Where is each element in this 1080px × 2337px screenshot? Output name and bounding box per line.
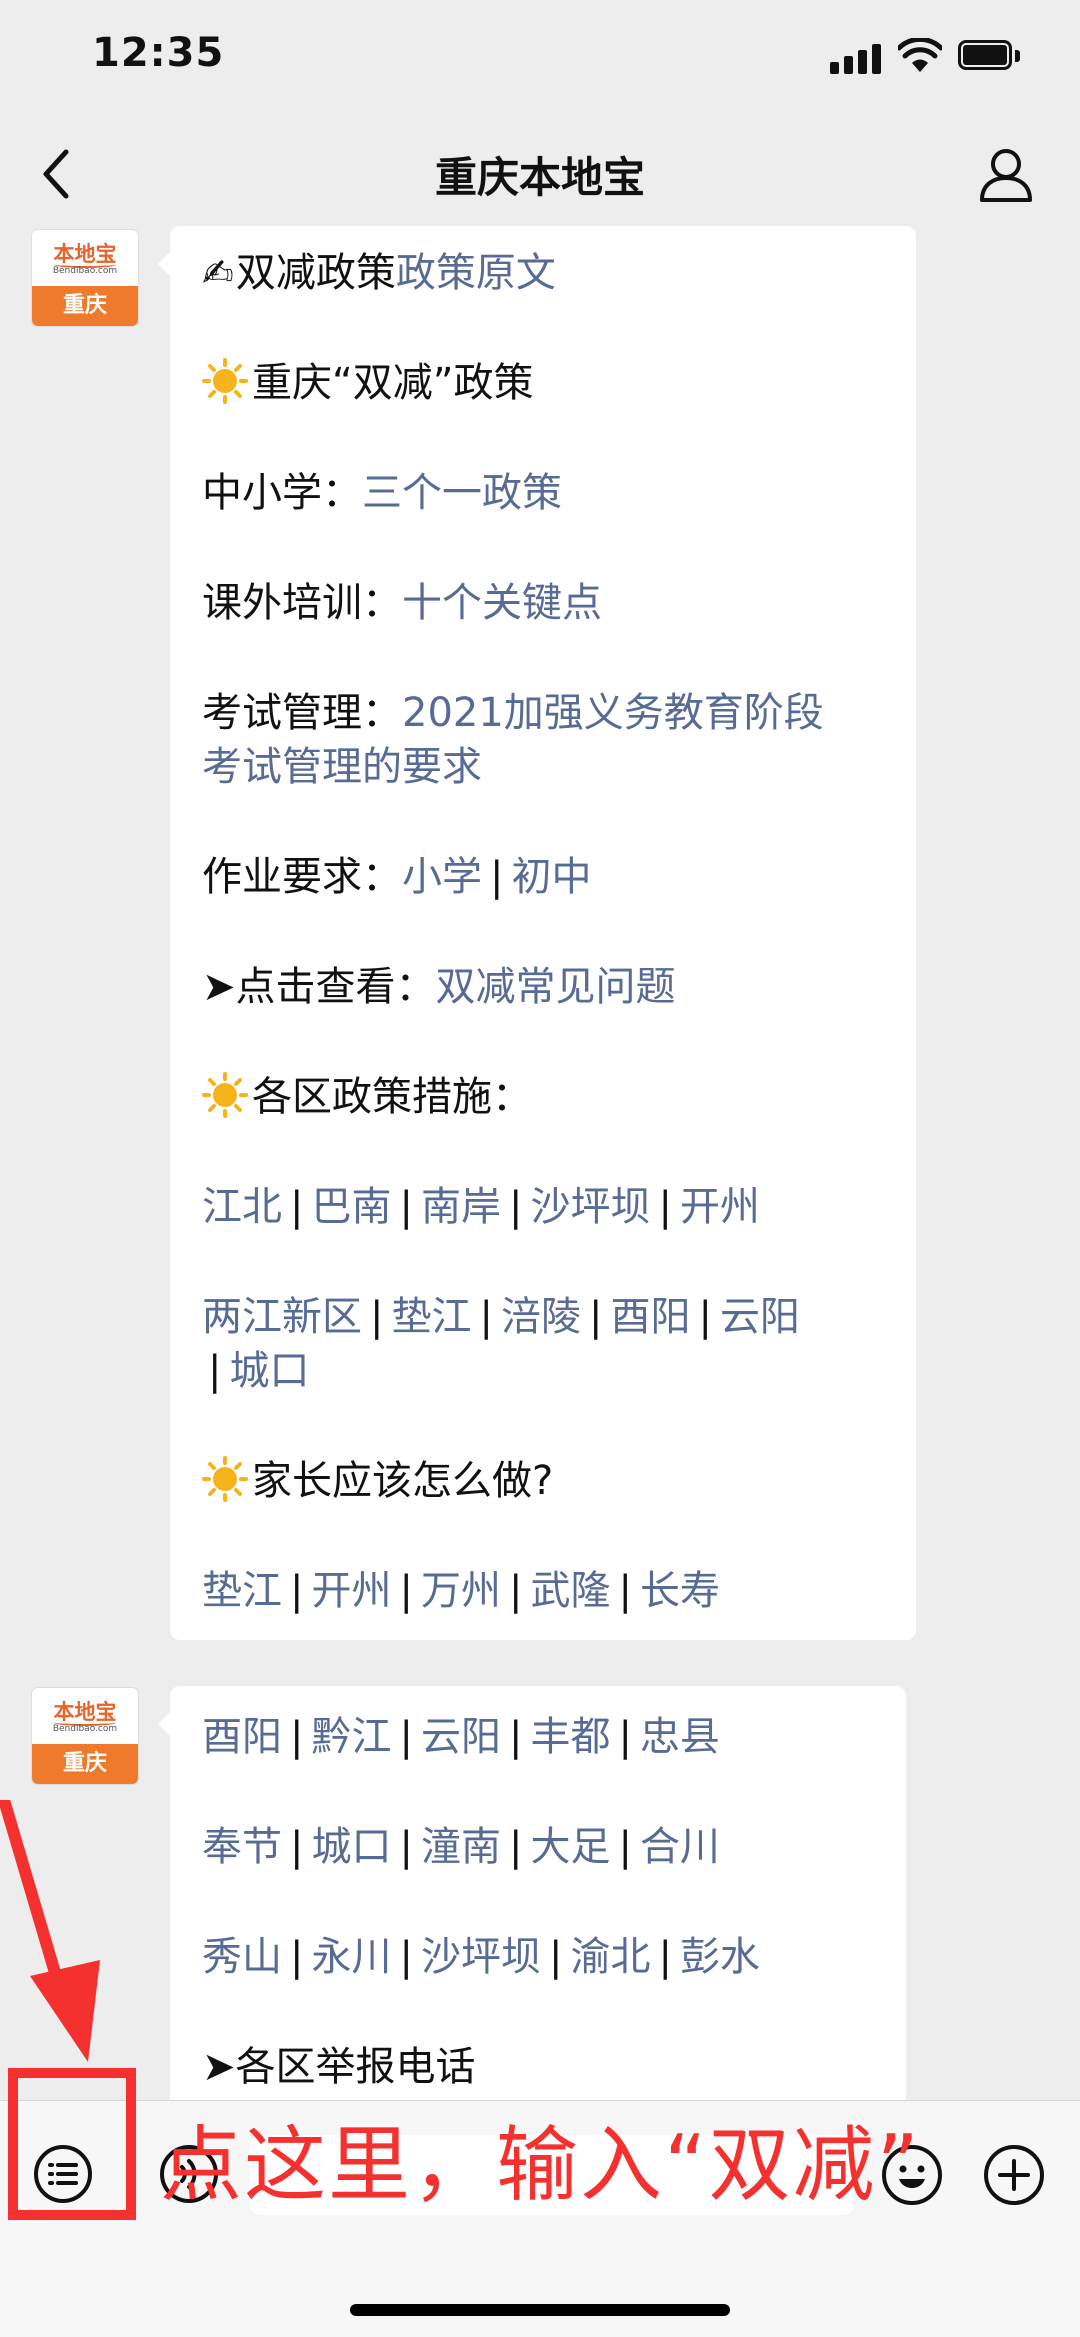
writing-hand-icon: ✍ bbox=[202, 251, 234, 295]
message-bubble: 酉阳 | 黔江 | 云阳 | 丰都 | 忠县 奉节 | 城口 | 潼南 | 大足 | 合川 秀山 | 永川 | 沙坪坝 |… bbox=[158, 1686, 906, 2126]
message-line: ➤点击查看：双减常见问题 bbox=[202, 960, 676, 1014]
district-link[interactable]: 丰都 bbox=[530, 1714, 610, 1760]
district-link[interactable]: 江北 bbox=[202, 1184, 282, 1230]
district-link[interactable]: 永川 bbox=[311, 1934, 391, 1980]
district-link[interactable]: 垫江 bbox=[202, 1568, 282, 1614]
district-link[interactable]: 潼南 bbox=[421, 1824, 501, 1870]
district-links-row: 酉阳 | 黔江 | 云阳 | 丰都 | 忠县 bbox=[202, 1714, 720, 1760]
highlight-box-annotation bbox=[8, 2068, 136, 2220]
message-line: 重庆“双减”政策 bbox=[202, 356, 533, 410]
district-links-row: | 城口 bbox=[208, 1348, 310, 1394]
nav-bar: 重庆本地宝 bbox=[0, 120, 1080, 230]
report-hotline-label: ➤各区举报电话 bbox=[202, 2044, 476, 2090]
district-link[interactable]: 酉阳 bbox=[202, 1714, 282, 1760]
text: 作业要求： bbox=[202, 854, 402, 900]
text: 考试管理： bbox=[202, 690, 402, 736]
chat-title: 重庆本地宝 bbox=[434, 153, 645, 202]
primary-school-link[interactable]: 小学 bbox=[402, 854, 482, 900]
district-link[interactable]: 云阳 bbox=[720, 1294, 800, 1340]
district-link[interactable]: 奉节 bbox=[202, 1824, 282, 1870]
district-link[interactable]: 酉阳 bbox=[610, 1294, 690, 1340]
district-link[interactable]: 万州 bbox=[421, 1568, 501, 1614]
district-link[interactable]: 城口 bbox=[311, 1824, 391, 1870]
message-line: 中小学：三个一政策 bbox=[202, 466, 562, 520]
avatar-site: Bendibao.com bbox=[52, 1724, 118, 1734]
message-line: 考试管理：2021加强义务教育阶段 bbox=[202, 686, 824, 740]
district-link[interactable]: 涪陵 bbox=[501, 1294, 581, 1340]
message-line: 各区政策措施： bbox=[202, 1070, 532, 1124]
district-links-row: 秀山 | 永川 | 沙坪坝 | 渝北 | 彭水 bbox=[202, 1934, 760, 1980]
message-line: ➤各区举报电话 bbox=[202, 2040, 476, 2094]
exam-management-link[interactable]: 考试管理的要求 bbox=[202, 744, 482, 790]
district-link[interactable]: 南岸 bbox=[421, 1184, 501, 1230]
district-link[interactable]: 大足 bbox=[530, 1824, 610, 1870]
sun-icon bbox=[202, 358, 248, 404]
profile-icon[interactable] bbox=[978, 144, 1034, 204]
message-line: 考试管理的要求 bbox=[202, 740, 482, 794]
text: ➤点击查看： bbox=[202, 964, 436, 1010]
district-link[interactable]: 开州 bbox=[311, 1568, 391, 1614]
three-one-policy-link[interactable]: 三个一政策 bbox=[362, 470, 562, 516]
district-link[interactable]: 秀山 bbox=[202, 1934, 282, 1980]
message-line: 课外培训：十个关键点 bbox=[202, 576, 602, 630]
message-line: 作业要求：小学 | 初中 bbox=[202, 854, 592, 900]
avatar-site: Bendibao.com bbox=[52, 266, 118, 276]
message-line: 家长应该怎么做? bbox=[202, 1454, 553, 1508]
red-arrow-annotation bbox=[0, 1800, 100, 2062]
avatar[interactable]: 本地宝 Bendibao.com 重庆 bbox=[32, 1688, 138, 1784]
district-link[interactable]: 两江新区 bbox=[202, 1294, 362, 1340]
cellular-signal-icon bbox=[830, 44, 882, 74]
avatar[interactable]: 本地宝 Bendibao.com 重庆 bbox=[32, 230, 138, 326]
battery-icon bbox=[958, 40, 1022, 72]
district-link[interactable]: 垫江 bbox=[391, 1294, 471, 1340]
district-link[interactable]: 开州 bbox=[680, 1184, 760, 1230]
message-line: ✍双减政策政策原文 bbox=[202, 246, 556, 300]
district-link[interactable]: 云阳 bbox=[421, 1714, 501, 1760]
district-link[interactable]: 长寿 bbox=[640, 1568, 720, 1614]
exam-management-link[interactable]: 2021加强义务教育阶段 bbox=[402, 690, 824, 736]
avatar-city: 重庆 bbox=[32, 1744, 138, 1784]
text: 家长应该怎么做? bbox=[252, 1458, 554, 1504]
text: 重庆“双减”政策 bbox=[252, 360, 534, 406]
district-link[interactable]: 沙坪坝 bbox=[421, 1934, 541, 1980]
district-link[interactable]: 武隆 bbox=[530, 1568, 610, 1614]
district-links-row: 奉节 | 城口 | 潼南 | 大足 | 合川 bbox=[202, 1824, 720, 1870]
text: 中小学： bbox=[202, 470, 362, 516]
district-link[interactable]: 黔江 bbox=[311, 1714, 391, 1760]
district-link[interactable]: 忠县 bbox=[640, 1714, 720, 1760]
home-indicator bbox=[350, 2304, 730, 2316]
avatar-city: 重庆 bbox=[32, 286, 138, 326]
status-time: 12:35 bbox=[92, 30, 225, 76]
message-bubble: ✍双减政策政策原文 重庆“双减”政策 中小学：三个一政策 课外培训：十个关键点 … bbox=[158, 226, 916, 1640]
district-link[interactable]: 合川 bbox=[640, 1824, 720, 1870]
faq-link[interactable]: 双减常见问题 bbox=[436, 964, 676, 1010]
district-link[interactable]: 彭水 bbox=[680, 1934, 760, 1980]
annotation-text: 点这里，输入“双减” bbox=[160, 2118, 921, 2213]
wifi-icon bbox=[898, 38, 942, 72]
district-links-row: 两江新区 | 垫江 | 涪陵 | 酉阳 | 云阳 bbox=[202, 1294, 800, 1340]
sun-icon bbox=[202, 1072, 248, 1118]
plus-icon[interactable] bbox=[982, 2143, 1046, 2207]
district-link[interactable]: 巴南 bbox=[311, 1184, 391, 1230]
policy-original-link[interactable]: 政策原文 bbox=[396, 250, 556, 296]
text: 课外培训： bbox=[202, 580, 402, 626]
text: 双减政策 bbox=[235, 250, 396, 296]
status-bar: 12:35 bbox=[0, 0, 1080, 120]
sun-icon bbox=[202, 1456, 248, 1502]
district-link[interactable]: 城口 bbox=[229, 1348, 309, 1394]
ten-key-points-link[interactable]: 十个关键点 bbox=[402, 580, 602, 626]
district-link[interactable]: 渝北 bbox=[570, 1934, 650, 1980]
middle-school-link[interactable]: 初中 bbox=[511, 854, 591, 900]
district-links-row: 垫江 | 开州 | 万州 | 武隆 | 长寿 bbox=[202, 1568, 720, 1614]
district-link[interactable]: 沙坪坝 bbox=[530, 1184, 650, 1230]
district-links-row: 江北 | 巴南 | 南岸 | 沙坪坝 | 开州 bbox=[202, 1184, 760, 1230]
text: 各区政策措施： bbox=[252, 1074, 532, 1120]
